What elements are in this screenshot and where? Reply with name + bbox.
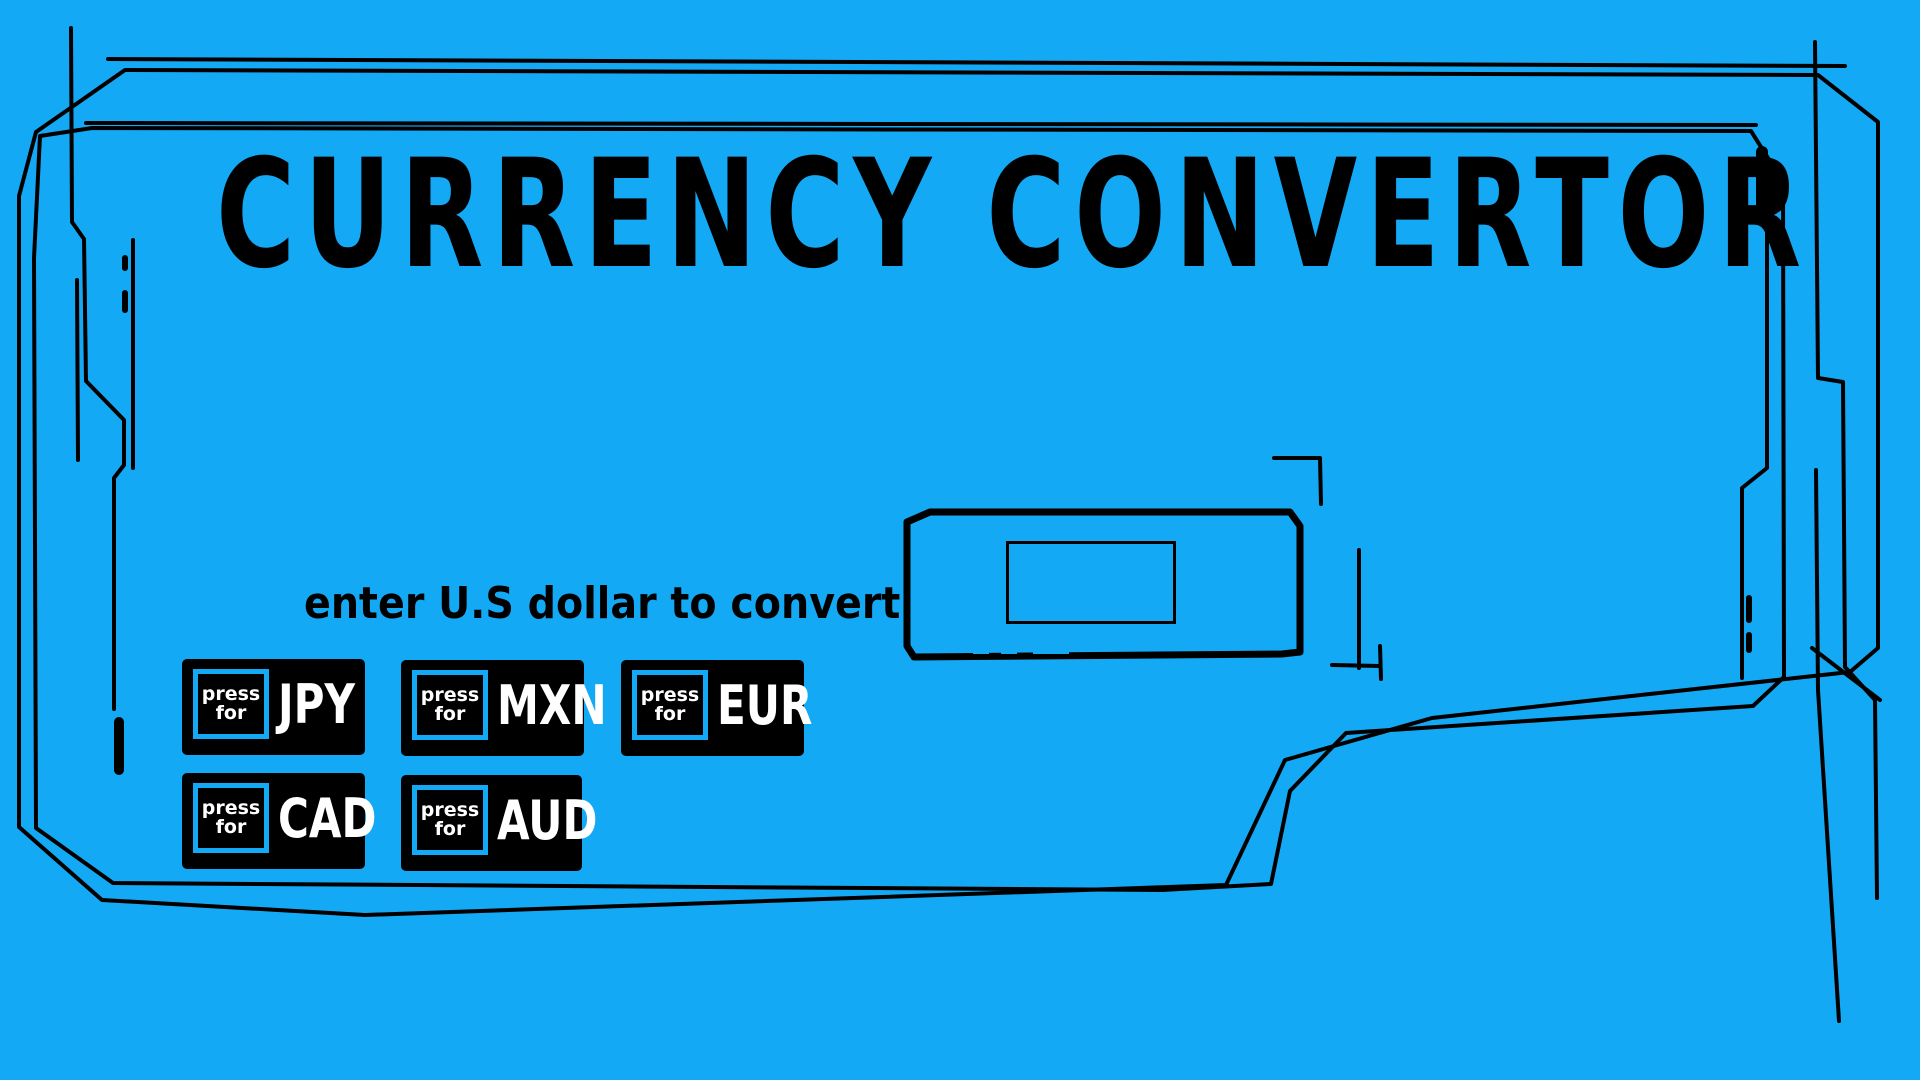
currency-code-label: JPY xyxy=(278,673,356,736)
convert-aud-button[interactable]: press for AUD xyxy=(401,775,597,871)
press-for-badge: press for xyxy=(412,785,488,855)
convert-eur-button[interactable]: press for EUR xyxy=(621,660,812,756)
page-title: CURRENCY CONVERTOR xyxy=(216,128,1810,302)
press-for-badge: press for xyxy=(193,783,269,853)
convert-cad-button[interactable]: press for CAD xyxy=(182,773,376,869)
press-for-badge: press for xyxy=(412,670,488,740)
currency-code-label: MXN xyxy=(497,674,607,737)
for-label: for xyxy=(654,703,686,725)
usd-amount-input[interactable] xyxy=(1006,541,1176,624)
for-label: for xyxy=(215,702,247,724)
for-label: for xyxy=(434,703,466,725)
press-for-badge: press for xyxy=(193,669,269,739)
currency-code-label: EUR xyxy=(717,674,813,737)
convert-mxn-button[interactable]: press for MXN xyxy=(401,660,607,756)
currency-code-label: CAD xyxy=(278,787,377,850)
currency-code-label: AUD xyxy=(497,789,598,852)
convert-jpy-button[interactable]: press for JPY xyxy=(182,659,365,755)
for-label: for xyxy=(215,816,247,838)
usd-input-label: enter U.S dollar to convert xyxy=(304,578,901,629)
press-for-badge: press for xyxy=(632,670,708,740)
for-label: for xyxy=(434,818,466,840)
